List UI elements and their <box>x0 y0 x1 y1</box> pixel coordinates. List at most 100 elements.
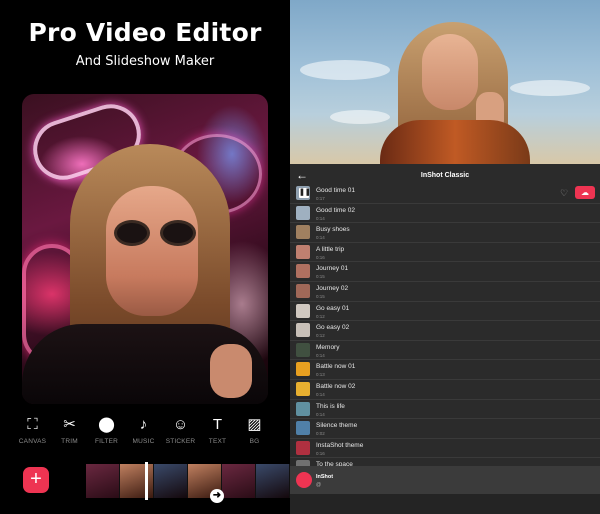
timeline-frame <box>256 464 290 498</box>
text-icon: T <box>212 416 223 433</box>
track-cover <box>296 421 310 436</box>
track-duration: 0:14 <box>316 235 325 241</box>
promo-title: Pro Video Editor <box>28 18 262 47</box>
track-duration: 0:14 <box>316 391 325 397</box>
track-name: Good time 01 <box>316 187 356 194</box>
track-row[interactable]: Silence theme 0:02 <box>290 419 600 439</box>
track-row[interactable]: Go easy 02 0:12 <box>290 321 600 341</box>
timeline-frame <box>222 464 256 498</box>
track-name: Battle now 01 <box>316 363 356 371</box>
tool-text[interactable]: T TEXT <box>199 416 236 450</box>
track-duration: 0:16 <box>316 254 325 260</box>
now-playing-bar[interactable]: InShot @ <box>290 466 600 494</box>
track-name: Go easy 02 <box>316 324 350 332</box>
video-preview[interactable] <box>22 94 268 404</box>
track-cover <box>296 401 310 416</box>
track-name: Journey 02 <box>316 284 349 292</box>
tool-canvas[interactable]: ⛶ CANVAS <box>14 416 51 450</box>
track-duration: 0:12 <box>316 333 325 339</box>
tool-label: STICKER <box>165 438 196 445</box>
track-row[interactable]: Busy shoes 0:14 <box>290 223 600 243</box>
track-name: Battle now 02 <box>316 382 356 390</box>
download-button[interactable]: ☁ <box>575 186 595 199</box>
track-name: Memory <box>316 343 340 351</box>
playhead[interactable] <box>145 462 148 500</box>
track-row[interactable]: This is life 0:14 <box>290 400 600 420</box>
track-row[interactable]: A little trip 0:16 <box>290 243 600 263</box>
subject-hand <box>210 344 252 398</box>
music-icon: ♪ <box>139 416 148 433</box>
background-icon: ▨ <box>247 416 262 433</box>
now-playing-name: InShot <box>316 474 334 480</box>
track-duration: 0:14 <box>316 215 325 221</box>
track-name: Go easy 01 <box>316 304 350 312</box>
timeline-frame <box>120 464 154 498</box>
track-cover <box>296 205 310 220</box>
track-name: Silence theme <box>316 422 358 430</box>
timeline-frame <box>154 464 188 498</box>
track-row[interactable]: InstaShot theme 0:16 <box>290 439 600 459</box>
track-cover <box>296 342 310 357</box>
tool-music[interactable]: ♪ MUSIC <box>125 416 162 450</box>
track-duration: 0:13 <box>316 372 325 378</box>
playlist-title: InShot Classic <box>420 172 470 179</box>
photo-subject-shirt <box>380 120 530 164</box>
filter-icon: ⬤ <box>98 416 115 433</box>
favorite-icon[interactable]: ♡ <box>560 188 568 199</box>
timeline-frame <box>86 464 120 498</box>
sticker-icon: ☺ <box>172 416 189 433</box>
tool-trim[interactable]: ✂ TRIM <box>51 416 88 450</box>
inshot-logo-icon <box>296 472 312 488</box>
track-name: Busy shoes <box>316 226 350 234</box>
tool-filter[interactable]: ⬤ FILTER <box>88 416 125 450</box>
scissors-icon: ✂ <box>63 416 76 433</box>
track-row[interactable]: Good time 02 0:14 <box>290 204 600 224</box>
tool-label: FILTER <box>94 438 119 445</box>
track-row[interactable]: Journey 01 0:15 <box>290 262 600 282</box>
tool-label: TEXT <box>208 438 227 445</box>
track-cover <box>296 381 310 396</box>
subject-face <box>106 186 198 316</box>
track-row[interactable]: Battle now 02 0:14 <box>290 380 600 400</box>
track-duration: 0:12 <box>316 313 325 319</box>
promo-panel: Pro Video Editor And Slideshow Maker ⛶ CA… <box>0 0 290 514</box>
track-row[interactable]: Journey 02 0:15 <box>290 282 600 302</box>
track-duration: 0:15 <box>316 293 325 299</box>
track-name: InstaShot theme <box>316 441 364 449</box>
now-playing-subtitle: @ <box>316 482 322 488</box>
tool-bg[interactable]: ▨ BG <box>236 416 273 450</box>
sunglasses-right <box>160 220 196 246</box>
track-duration: 0:14 <box>316 352 325 358</box>
photo-subject-face <box>422 34 478 110</box>
track-cover <box>296 362 310 377</box>
track-duration: 0:16 <box>316 450 325 456</box>
track-cover <box>296 303 310 318</box>
tool-label: BG <box>249 438 260 445</box>
timeline-strip[interactable] <box>86 464 290 498</box>
tool-label: CANVAS <box>18 438 47 445</box>
promo-subtitle: And Slideshow Maker <box>75 54 215 69</box>
track-row[interactable]: Battle now 01 0:13 <box>290 360 600 380</box>
track-name: A little trip <box>316 245 345 253</box>
tool-sticker[interactable]: ☺ STICKER <box>162 416 199 450</box>
sunglasses-left <box>114 220 150 246</box>
track-duration: 0:14 <box>316 411 325 417</box>
track-row[interactable]: Go easy 01 0:12 <box>290 302 600 322</box>
arrow-right-icon[interactable]: ➜ <box>210 489 224 503</box>
bottom-bar <box>290 494 600 514</box>
track-name: Journey 01 <box>316 265 349 273</box>
track-name: Good time 02 <box>316 206 356 214</box>
header-photo <box>290 0 600 164</box>
add-clip-button[interactable]: + <box>23 467 49 493</box>
track-cover <box>296 225 310 240</box>
track-cover <box>296 283 310 298</box>
track-name: This is life <box>316 402 345 410</box>
track-duration: 0:02 <box>316 431 325 437</box>
track-row[interactable]: Memory 0:14 <box>290 341 600 361</box>
canvas-icon: ⛶ <box>27 416 38 433</box>
tool-label: MUSIC <box>132 438 155 445</box>
track-cover: ❚❚ <box>296 186 311 200</box>
pause-icon[interactable]: ❚❚ <box>299 188 311 198</box>
track-row[interactable]: ❚❚ Good time 01 0:17 ♡ ☁ <box>290 184 600 204</box>
music-panel: ← InShot Classic ❚❚ Good time 01 0:17 ♡ ☁ Goo… <box>290 0 600 514</box>
